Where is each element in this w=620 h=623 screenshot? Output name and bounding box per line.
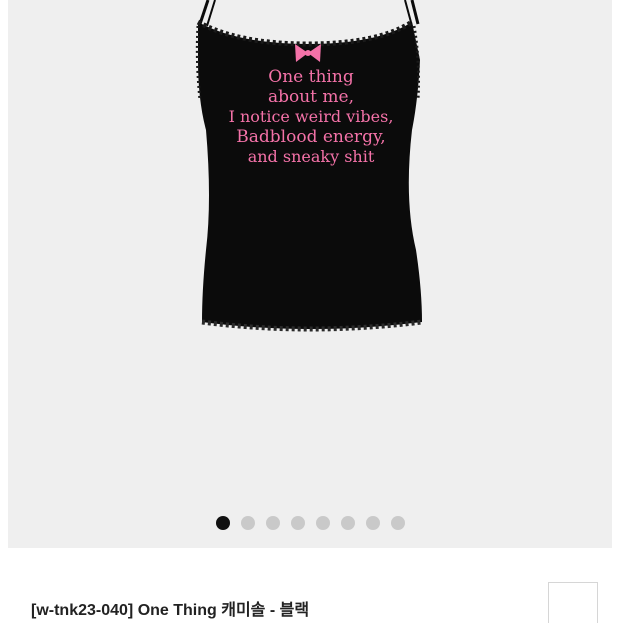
shirt-text-line: I notice weird vibes, — [229, 107, 394, 126]
option-button[interactable] — [548, 582, 598, 623]
gallery-dot[interactable] — [240, 516, 255, 530]
gallery-dot[interactable] — [390, 516, 405, 530]
product-image-gallery[interactable]: One thing about me, I notice weird vibes… — [8, 0, 612, 548]
gallery-dot[interactable] — [215, 516, 230, 530]
gallery-pagination — [8, 516, 612, 530]
gallery-dot[interactable] — [365, 516, 380, 530]
shirt-text-line: about me, — [268, 87, 354, 107]
gallery-dot[interactable] — [315, 516, 330, 530]
shirt-text-line: One thing — [268, 67, 354, 87]
gallery-dot[interactable] — [340, 516, 355, 530]
right-strap — [410, 0, 420, 25]
gallery-dot[interactable] — [290, 516, 305, 530]
shirt-text-line: and sneaky shit — [248, 147, 375, 166]
product-title: [w-tnk23-040] One Thing 캐미솔 - 블랙 — [31, 602, 310, 619]
shirt-text-line: Badblood energy, — [236, 127, 385, 147]
product-image-camisole: One thing about me, I notice weird vibes… — [195, 0, 423, 332]
left-strap — [198, 0, 210, 25]
gallery-dot[interactable] — [265, 516, 280, 530]
